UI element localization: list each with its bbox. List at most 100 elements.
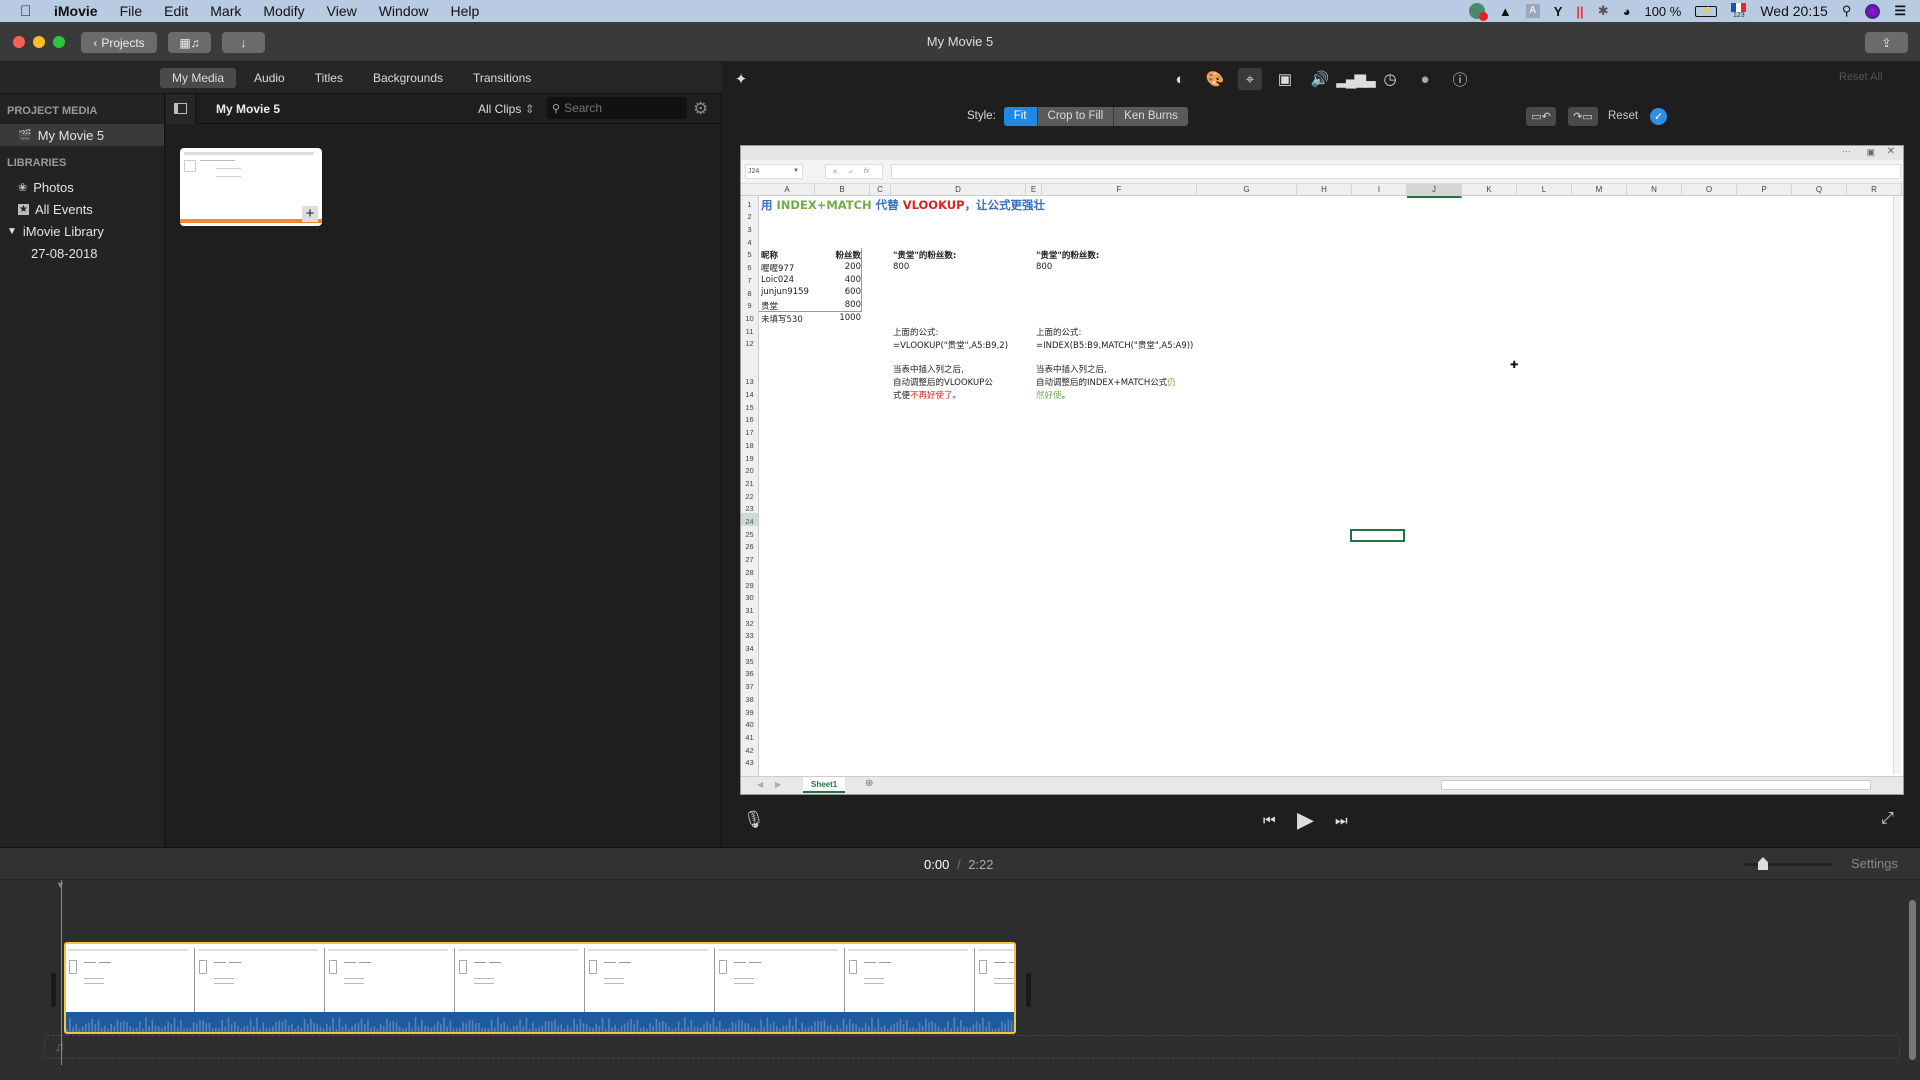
reset-button[interactable]: Reset: [1608, 110, 1638, 122]
zoom-window-button[interactable]: [53, 36, 65, 48]
stabilization-camera-icon[interactable]: ▣: [1273, 68, 1297, 90]
close-window-button[interactable]: [13, 36, 25, 48]
zoom-slider-thumb[interactable]: [1758, 857, 1768, 870]
disclosure-triangle-icon[interactable]: ▼: [7, 226, 17, 237]
sidebar-item-library[interactable]: ▼ iMovie Library: [0, 220, 164, 242]
share-button[interactable]: ⇪: [1865, 32, 1908, 53]
waveform-bar: [852, 1023, 854, 1032]
sidebar-item-event[interactable]: 27-08-2018: [0, 242, 164, 264]
timeline-clip[interactable]: [64, 942, 1016, 1034]
waveform-bar: [72, 1026, 74, 1032]
reset-all-button[interactable]: Reset All: [1839, 71, 1882, 83]
media-clip-thumbnail[interactable]: +: [180, 148, 322, 226]
projects-button[interactable]: ‹ Projects: [81, 32, 157, 53]
clock[interactable]: Wed 20:15: [1760, 3, 1827, 19]
waveform-bar: [611, 1027, 613, 1032]
clip-right-handle[interactable]: [1026, 973, 1031, 1007]
timeline-settings-button[interactable]: Settings: [1851, 856, 1898, 871]
video-frame[interactable]: ··· ▣ ✕ J24▼ ✕✓fx ABCDEFGHIJKLMNOPQRS 12…: [740, 145, 1904, 795]
menu-view[interactable]: View: [327, 3, 357, 19]
search-field[interactable]: ⚲: [547, 97, 687, 119]
toggle-sidebar-button[interactable]: [166, 93, 196, 124]
vlc-icon[interactable]: ▲: [1499, 4, 1512, 19]
info-icon[interactable]: ⓘ: [1448, 68, 1472, 90]
battery-percent[interactable]: 100 %: [1644, 4, 1681, 19]
sidebar-item-photos[interactable]: ❀ Photos: [0, 176, 164, 198]
menu-help[interactable]: Help: [451, 3, 480, 19]
waveform-bar: [313, 1022, 315, 1032]
gear-icon[interactable]: ⚙: [693, 99, 708, 119]
row-header: 43: [745, 758, 754, 768]
menu-app[interactable]: iMovie: [54, 3, 98, 19]
row-header: 30: [745, 593, 754, 603]
row-header: 32: [745, 618, 754, 628]
crop-icon[interactable]: ⌖: [1238, 68, 1262, 90]
tab-backgrounds[interactable]: Backgrounds: [361, 68, 455, 88]
row-header: 37: [745, 682, 754, 692]
menu-modify[interactable]: Modify: [263, 3, 304, 19]
share-icon: ⇪: [1881, 35, 1892, 50]
skip-forward-button[interactable]: ⏭: [1335, 812, 1348, 829]
menu-window[interactable]: Window: [379, 3, 429, 19]
play-button[interactable]: ▶: [1297, 807, 1314, 833]
tab-my-media[interactable]: My Media: [160, 67, 237, 88]
tab-transitions[interactable]: Transitions: [461, 68, 543, 88]
bluetooth-icon[interactable]: ✱: [1598, 3, 1609, 19]
clip-left-handle[interactable]: [51, 973, 56, 1007]
fullscreen-icon[interactable]: ⤢: [1881, 810, 1894, 828]
sidebar-item-all-events[interactable]: ★ All Events: [0, 198, 164, 220]
clip-frame-thumbnail: [456, 948, 585, 1016]
spotlight-icon[interactable]: ⚲: [1842, 3, 1852, 19]
timeline[interactable]: ▼ ♫: [0, 880, 1920, 1080]
clips-filter-select[interactable]: All Clips ⇕: [478, 102, 535, 116]
menu-file[interactable]: File: [120, 3, 143, 19]
apply-checkmark-button[interactable]: ✓: [1650, 107, 1668, 125]
volume-icon[interactable]: 🔊: [1308, 68, 1332, 90]
tab-titles[interactable]: Titles: [303, 68, 355, 88]
style-crop-to-fill-button[interactable]: Crop to Fill: [1037, 106, 1115, 126]
magic-wand-icon[interactable]: ✦: [729, 68, 753, 90]
menu-mark[interactable]: Mark: [210, 3, 241, 19]
color-balance-icon[interactable]: ◐: [1168, 68, 1192, 90]
waveform-bar: [183, 1028, 185, 1032]
battery-icon[interactable]: ⚡: [1695, 5, 1718, 17]
tab-audio[interactable]: Audio: [242, 68, 297, 88]
formula-bar: J24 ▼ ✕ ✓ fx: [741, 160, 1903, 184]
search-input[interactable]: [564, 101, 675, 115]
clip-filter-icon[interactable]: ●: [1413, 68, 1437, 90]
rotate-left-button[interactable]: ▭↶: [1526, 106, 1556, 126]
notification-center-icon[interactable]: ☰: [1894, 3, 1906, 19]
fork-icon[interactable]: Y: [1554, 4, 1563, 19]
import-button[interactable]: ↓: [222, 32, 265, 53]
menu-edit[interactable]: Edit: [164, 3, 188, 19]
waveform-bar: [214, 1027, 217, 1032]
media-view-button[interactable]: ▦♫: [168, 32, 211, 53]
rotate-right-button[interactable]: ↷▭: [1568, 106, 1598, 126]
apple-menu-icon[interactable]: : [20, 3, 36, 20]
text-input-icon[interactable]: A: [1525, 4, 1540, 18]
waveform-bar: [138, 1021, 141, 1032]
row-header: 11: [745, 326, 754, 336]
speed-gauge-icon[interactable]: ◷: [1378, 68, 1402, 90]
siri-icon[interactable]: [1865, 3, 1881, 19]
style-ken-burns-button[interactable]: Ken Burns: [1114, 106, 1188, 126]
name-box: J24 ▼: [745, 164, 803, 179]
skip-back-button[interactable]: ⏮: [1263, 812, 1276, 829]
sidebar-item-project[interactable]: 🎬 My Movie 5: [0, 124, 164, 146]
style-fit-button[interactable]: Fit: [1003, 106, 1038, 126]
minimize-window-button[interactable]: [33, 36, 45, 48]
flag-fr-icon[interactable]: 123: [1731, 2, 1747, 20]
waveform-bar: [484, 1027, 487, 1032]
microphone-icon[interactable]: 🎙: [743, 810, 765, 830]
row-header: 22: [745, 491, 754, 501]
wifi-icon[interactable]: ◕: [1623, 4, 1631, 19]
parallels-icon[interactable]: ||: [1576, 4, 1583, 19]
time-machine-icon[interactable]: [1468, 3, 1488, 21]
table-cell-fans: 600: [844, 287, 861, 298]
waveform-bar: [639, 1027, 642, 1032]
color-palette-icon[interactable]: 🎨: [1203, 68, 1227, 90]
equalizer-icon[interactable]: ▂▄▆▃: [1336, 68, 1375, 90]
add-to-project-button[interactable]: +: [302, 206, 318, 222]
timeline-scrollbar[interactable]: [1909, 900, 1916, 1060]
zoom-slider[interactable]: [1744, 857, 1832, 870]
